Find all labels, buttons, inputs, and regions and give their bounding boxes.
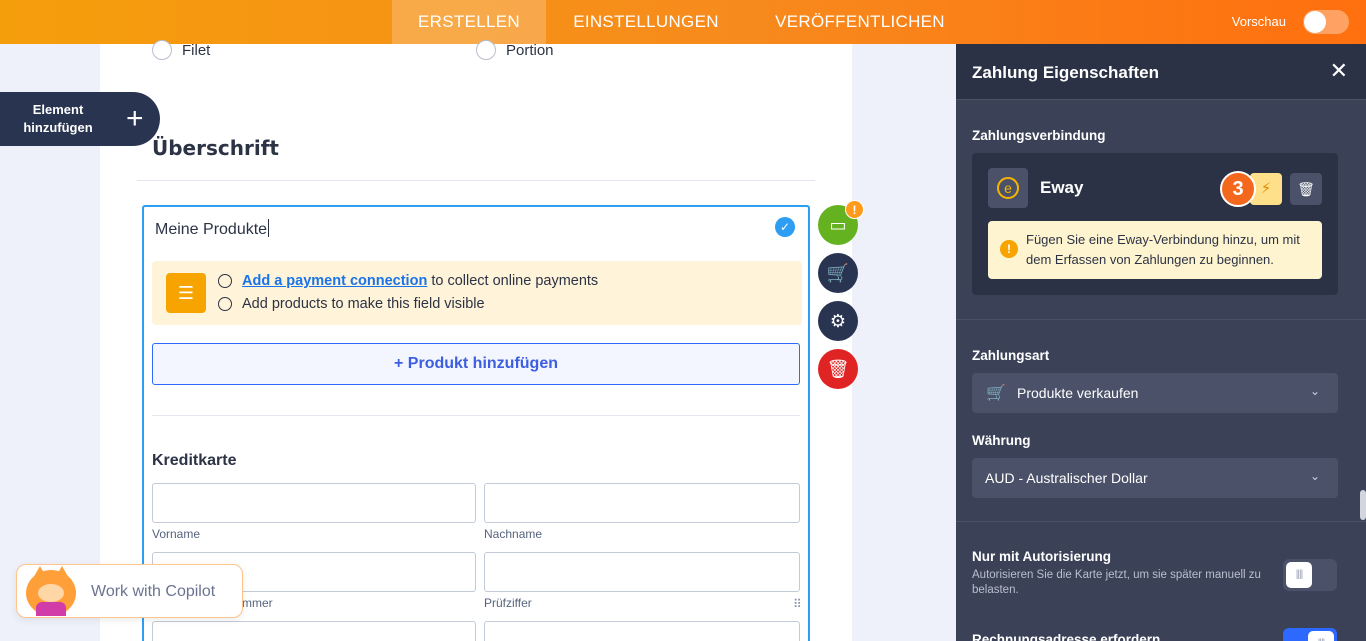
form-heading[interactable]: Überschrift: [152, 136, 279, 160]
authorization-title: Nur mit Autorisierung: [972, 549, 1112, 564]
warning-icon: !: [1000, 240, 1018, 258]
add-payment-connection-link[interactable]: Add a payment connection: [242, 273, 427, 289]
check-digit-input[interactable]: [484, 552, 800, 592]
radio-label: Filet: [182, 41, 211, 59]
credit-card-heading: Kreditkarte: [152, 452, 237, 469]
gear-icon: ⚙: [829, 311, 847, 331]
add-product-button[interactable]: + Produkt hinzufügen: [152, 343, 800, 385]
tab-einstellungen[interactable]: EINSTELLUNGEN: [546, 0, 746, 44]
credit-card-icon: ▭: [829, 215, 847, 235]
card-number-label: mmer: [242, 596, 273, 610]
products-button[interactable]: 🛒: [818, 253, 858, 293]
radio-label: Portion: [506, 41, 554, 59]
notice-text: Add products to make this field visible: [242, 296, 485, 312]
divider: [956, 319, 1366, 320]
plug-icon: ⚡: [1260, 180, 1272, 197]
top-navigation-bar: ERSTELLEN EINSTELLUNGEN VERÖFFENTLICHEN …: [0, 0, 1366, 44]
authorization-description: Autorisieren Sie die Karte jetzt, um sie…: [972, 569, 1261, 596]
chevron-down-icon: ⌄: [1309, 469, 1320, 483]
cart-icon: 🛒: [986, 385, 1006, 402]
warning-badge: !: [845, 200, 864, 219]
divider: [152, 415, 800, 416]
payment-type-select[interactable]: 🛒 Produkte verkaufen ⌄: [972, 373, 1338, 413]
radio-button[interactable]: [152, 40, 172, 60]
close-icon[interactable]: ✕: [1330, 58, 1348, 84]
connection-tooltip: ! Fügen Sie eine Eway-Verbindung hinzu, …: [988, 221, 1322, 279]
payment-notice: ☰ Add a payment connection to collect on…: [152, 261, 802, 325]
add-element-button[interactable]: Element hinzufügen +: [0, 92, 160, 146]
properties-button[interactable]: ⚙: [818, 301, 858, 341]
cart-icon: 🛒: [826, 263, 850, 283]
radio-option-portion[interactable]: Portion: [476, 40, 554, 60]
check-digit-label: Prüfziffer: [484, 596, 532, 610]
preview-toggle[interactable]: [1303, 10, 1349, 34]
properties-panel: Zahlung Eigenschaften ✕ Zahlungsverbindu…: [956, 44, 1366, 641]
payment-field-title[interactable]: Meine Produkte: [155, 219, 270, 239]
expiry-year-select[interactable]: [484, 621, 800, 641]
panel-title: Zahlung Eigenschaften: [972, 63, 1160, 82]
text-caret: [268, 219, 270, 237]
tab-veroeffentlichen[interactable]: VERÖFFENTLICHEN: [746, 0, 974, 44]
payment-type-label: Zahlungsart: [972, 348, 1050, 363]
remove-connection-button[interactable]: 🗑: [1290, 173, 1322, 205]
copilot-label: Work with Copilot: [91, 583, 216, 600]
first-name-input[interactable]: [152, 483, 476, 523]
radio-option-filet[interactable]: Filet: [152, 40, 210, 60]
notice-item-products: Add products to make this field visible: [218, 296, 485, 312]
notice-item-connection: Add a payment connection to collect onli…: [218, 273, 598, 289]
connection-heading: Zahlungsverbindung: [972, 128, 1106, 143]
billing-address-title: Rechnungsadresse erfordern: [972, 632, 1161, 641]
payment-type-value: Produkte verkaufen: [1017, 385, 1139, 401]
circle-icon: [218, 274, 232, 288]
notice-text: to collect online payments: [427, 273, 599, 289]
list-icon: ☰: [166, 273, 206, 313]
first-name-label: Vorname: [152, 527, 201, 541]
preview-toggle-knob: [1304, 11, 1326, 33]
gateway-name: Eway: [1040, 178, 1084, 197]
authorization-toggle[interactable]: ||||: [1283, 559, 1337, 591]
chevron-down-icon: ⌄: [1309, 384, 1320, 398]
payment-connection-card: e Eway ⚡ 3 🗑 ! Fügen Sie eine Eway-Verbi…: [972, 153, 1338, 295]
billing-address-toggle[interactable]: ||||: [1283, 628, 1337, 641]
currency-value: AUD - Australischer Dollar: [985, 470, 1148, 486]
delete-field-button[interactable]: 🗑: [818, 349, 858, 389]
tab-erstellen[interactable]: ERSTELLEN: [392, 0, 546, 44]
toggle-knob: ||||: [1308, 631, 1334, 641]
drag-handle-icon[interactable]: ⠿: [793, 598, 802, 610]
copilot-button[interactable]: Work with Copilot: [16, 564, 243, 618]
expiry-month-select[interactable]: [152, 621, 476, 641]
trash-icon: 🗑: [1297, 181, 1315, 197]
trash-icon: 🗑: [826, 359, 850, 379]
toggle-knob: ||||: [1286, 562, 1312, 588]
divider: [137, 180, 815, 181]
divider: [956, 521, 1366, 522]
currency-select[interactable]: AUD - Australischer Dollar ⌄: [972, 458, 1338, 498]
tooltip-text: Fügen Sie eine Eway-Verbindung hinzu, um…: [1026, 232, 1300, 267]
preview-label: Vorschau: [1231, 14, 1286, 29]
last-name-label: Nachname: [484, 527, 543, 541]
plus-icon: +: [126, 102, 144, 135]
last-name-input[interactable]: [484, 483, 800, 523]
eway-logo-icon: e: [988, 168, 1028, 208]
circle-icon: [218, 297, 232, 311]
check-icon: ✓: [775, 217, 795, 237]
add-element-label: Element hinzufügen: [23, 102, 93, 135]
radio-button[interactable]: [476, 40, 496, 60]
panel-header: Zahlung Eigenschaften ✕: [956, 44, 1366, 100]
step-badge: 3: [1220, 171, 1256, 207]
copilot-avatar: [26, 566, 76, 616]
panel-scrollbar[interactable]: [1360, 490, 1366, 520]
currency-label: Währung: [972, 433, 1031, 448]
